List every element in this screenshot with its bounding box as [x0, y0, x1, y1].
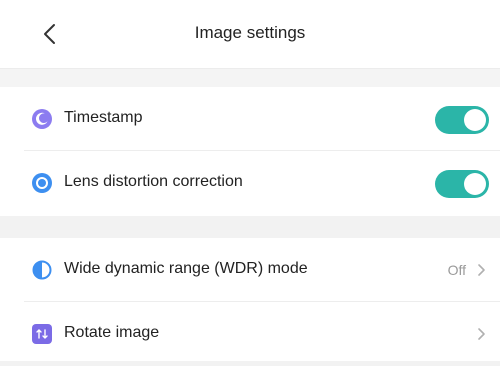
timestamp-label: Timestamp: [64, 109, 143, 126]
setting-row-lens-distortion: Lens distortion correction: [0, 151, 500, 215]
wdr-value: Off: [447, 262, 466, 278]
lens-icon: [32, 173, 52, 193]
page-title: Image settings: [194, 23, 306, 42]
settings-card-toggles: Timestamp Lens distortion correction: [0, 87, 500, 216]
settings-card-options: Wide dynamic range (WDR) mode Off Rotate…: [0, 238, 500, 361]
image-settings-page: Image settings Timestamp Lens distortion…: [0, 0, 500, 361]
chevron-right-icon: [478, 264, 485, 276]
contrast-icon: [32, 260, 52, 280]
setting-row-rotate[interactable]: Rotate image: [0, 302, 500, 366]
chevron-right-icon: [478, 328, 485, 340]
rotate-icon: [32, 324, 52, 344]
section-divider: [0, 68, 500, 87]
setting-row-timestamp: Timestamp: [0, 87, 500, 151]
header-bar: Image settings: [0, 0, 500, 68]
lens-distortion-toggle[interactable]: [435, 170, 489, 198]
rotate-label: Rotate image: [64, 324, 160, 341]
wdr-label: Wide dynamic range (WDR) mode: [64, 260, 308, 277]
lens-distortion-label: Lens distortion correction: [64, 173, 243, 190]
toggle-knob: [464, 109, 486, 131]
toggle-knob: [464, 173, 486, 195]
timestamp-toggle[interactable]: [435, 106, 489, 134]
clock-icon: [32, 109, 52, 129]
setting-row-wdr[interactable]: Wide dynamic range (WDR) mode Off: [0, 238, 500, 302]
